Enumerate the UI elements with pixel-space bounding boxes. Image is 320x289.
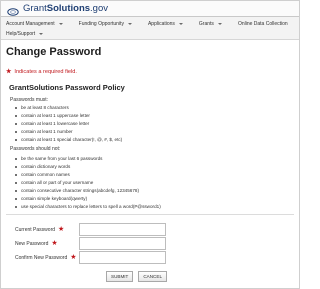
current-password-row: Current Password ★ [15, 223, 166, 236]
list-item: contain all or part of your username [15, 179, 161, 187]
required-star-icon: ★ [58, 226, 65, 233]
required-field-note: ★ Indicates a required field. [6, 68, 77, 76]
nav-funding-opportunity[interactable]: Funding Opportunity [79, 21, 132, 27]
list-item: be the same from your last 6 passwords [15, 155, 161, 163]
list-item: be at least 8 characters [14, 104, 122, 112]
policy-title: GrantSolutions Password Policy [9, 83, 125, 92]
new-password-label: New Password ★ [15, 240, 79, 247]
confirm-password-label: Confirm New Password ★ [15, 254, 79, 261]
nav-label: Funding Opportunity [78, 20, 124, 27]
current-password-label: Current Password ★ [15, 226, 79, 233]
main-nav: Account Management Funding Opportunity A… [1, 17, 299, 40]
list-item: contain simple keyboard(qwerty) [15, 195, 161, 203]
label-text: Confirm New Password [15, 254, 68, 261]
chevron-down-icon [58, 22, 63, 25]
label-text: Current Password [15, 226, 56, 233]
nav-label: Help/Support [6, 30, 36, 37]
mustnot-rules-list: be the same from your last 6 passwords c… [15, 155, 161, 211]
nav-label: Account Management [6, 20, 55, 27]
new-password-row: New Password ★ [15, 237, 166, 250]
mustnot-label: Passwords should not: [10, 146, 61, 152]
required-star-icon: ★ [70, 254, 77, 261]
divider [6, 214, 294, 215]
chevron-down-icon [178, 22, 183, 25]
page-frame: GrantSolutions.gov Account Management Fu… [0, 0, 300, 289]
page-title: Change Password [6, 46, 102, 58]
form-actions: SUBMIT CANCEL [106, 271, 172, 282]
nav-applications[interactable]: Applications [148, 21, 183, 27]
list-item: contain dictionary words [15, 163, 161, 171]
submit-button[interactable]: SUBMIT [106, 271, 134, 282]
confirm-password-row: Confirm New Password ★ [15, 251, 166, 264]
brand-name[interactable]: GrantSolutions.gov [23, 3, 108, 14]
chevron-down-icon [39, 32, 44, 35]
list-item: contain at least 1 number [14, 128, 122, 136]
current-password-field[interactable] [79, 223, 166, 236]
list-item: use special characters to replace letter… [15, 204, 161, 209]
brand-prefix: Grant [23, 3, 47, 14]
site-header: GrantSolutions.gov [1, 1, 299, 17]
brand-bold: Solutions [46, 3, 91, 14]
nav-label: Grants [198, 20, 214, 27]
nav-online-data-collection[interactable]: Online Data Collection [238, 21, 288, 27]
cancel-button[interactable]: CANCEL [138, 271, 167, 282]
nav-account-management[interactable]: Account Management [6, 21, 63, 27]
must-rules-list: be at least 8 characters contain at leas… [14, 104, 123, 144]
label-text: New Password [15, 240, 49, 247]
grantsolutions-logo-icon [7, 4, 19, 16]
nav-help-support[interactable]: Help/Support [6, 30, 44, 37]
list-item: contain at least 1 special character(!, … [14, 137, 123, 142]
chevron-down-icon [217, 22, 222, 25]
brand-suffix: .gov [90, 3, 109, 14]
required-star-icon: ★ [51, 240, 58, 247]
new-password-field[interactable] [79, 237, 166, 250]
list-item: contain consecutive character strings(ab… [15, 187, 161, 195]
nav-label: Applications [147, 20, 175, 27]
confirm-password-field[interactable] [79, 251, 166, 264]
must-label: Passwords must: [10, 97, 49, 103]
nav-grants[interactable]: Grants [199, 21, 222, 27]
required-star-icon: ★ [6, 69, 12, 75]
chevron-down-icon [127, 22, 132, 25]
list-item: contain at least 1 uppercase letter [14, 112, 122, 120]
list-item: contain at least 1 lowercase letter [14, 120, 122, 128]
required-note-text: Indicates a required field. [14, 68, 77, 75]
nav-row-2: Help/Support [6, 28, 59, 39]
list-item: contain common names [15, 171, 161, 179]
nav-label: Online Data Collection [237, 20, 288, 27]
